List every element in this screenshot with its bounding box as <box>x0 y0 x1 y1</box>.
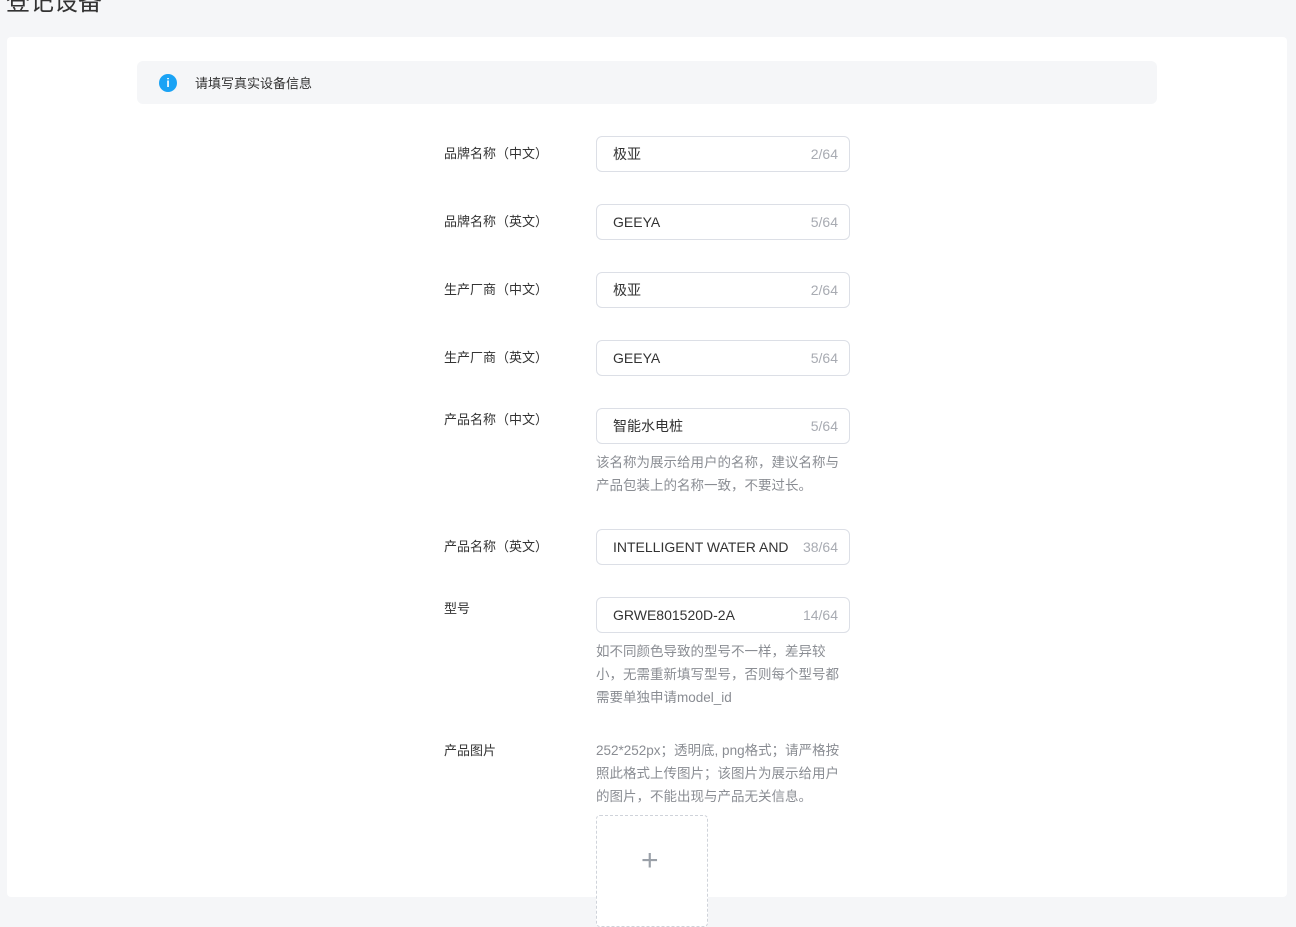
product-cn-value: 智能水电桩 <box>613 418 683 434</box>
model-counter: 14/64 <box>802 607 838 623</box>
info-icon: i <box>159 73 177 92</box>
brand-en-counter: 5/64 <box>810 214 838 230</box>
brand-cn-label: 品牌名称（中文） <box>444 146 549 161</box>
product-en-label: 产品名称（英文） <box>444 539 549 554</box>
maker-cn-label: 生产厂商（中文） <box>444 282 549 297</box>
brand-en-value: GEEYA <box>613 214 661 230</box>
maker-cn-input[interactable]: 极亚 2/64 <box>596 272 850 308</box>
maker-cn-counter: 2/64 <box>810 282 838 298</box>
image-hint: 252*252px；透明底, png格式；请严格按照此格式上传图片；该图片为展示… <box>596 743 840 804</box>
image-label: 产品图片 <box>444 743 497 758</box>
maker-en-label: 生产厂商（英文） <box>444 350 549 365</box>
brand-en-input[interactable]: GEEYA 5/64 <box>596 204 850 240</box>
plus-icon: + <box>641 844 659 877</box>
maker-en-counter: 5/64 <box>810 350 838 366</box>
product-cn-counter: 5/64 <box>810 418 838 434</box>
product-en-value: INTELLIGENT WATER AND <box>613 539 789 555</box>
brand-en-label: 品牌名称（英文） <box>444 214 549 229</box>
product-en-counter: 38/64 <box>802 539 838 555</box>
page-title: 登记设备 <box>6 0 102 16</box>
brand-cn-input[interactable]: 极亚 2/64 <box>596 136 850 172</box>
product-cn-hint: 该名称为展示给用户的名称，建议名称与产品包装上的名称一致，不要过长。 <box>596 455 839 493</box>
brand-cn-counter: 2/64 <box>810 146 838 162</box>
model-label: 型号 <box>444 601 471 616</box>
brand-cn-value: 极亚 <box>613 146 641 162</box>
maker-cn-value: 极亚 <box>613 282 641 298</box>
model-value: GRWE801520D-2A <box>613 607 735 623</box>
notice-text: 请填写真实设备信息 <box>195 76 313 91</box>
product-cn-label: 产品名称（中文） <box>444 412 549 427</box>
info-notice: i 请填写真实设备信息 <box>137 61 1157 104</box>
product-cn-input[interactable]: 智能水电桩 5/64 <box>596 408 850 444</box>
maker-en-value: GEEYA <box>613 350 661 366</box>
model-input[interactable]: GRWE801520D-2A 14/64 <box>596 597 850 633</box>
maker-en-input[interactable]: GEEYA 5/64 <box>596 340 850 376</box>
form-card: i 请填写真实设备信息 品牌名称（中文） 极亚 2/64 品牌名称（英文） GE… <box>7 37 1287 927</box>
image-upload-button[interactable]: + <box>596 815 708 927</box>
product-en-input[interactable]: INTELLIGENT WATER AND 38/64 <box>596 529 850 565</box>
model-hint: 如不同颜色导致的型号不一样，差异较小，无需重新填写型号，否则每个型号都需要单独申… <box>596 644 839 705</box>
